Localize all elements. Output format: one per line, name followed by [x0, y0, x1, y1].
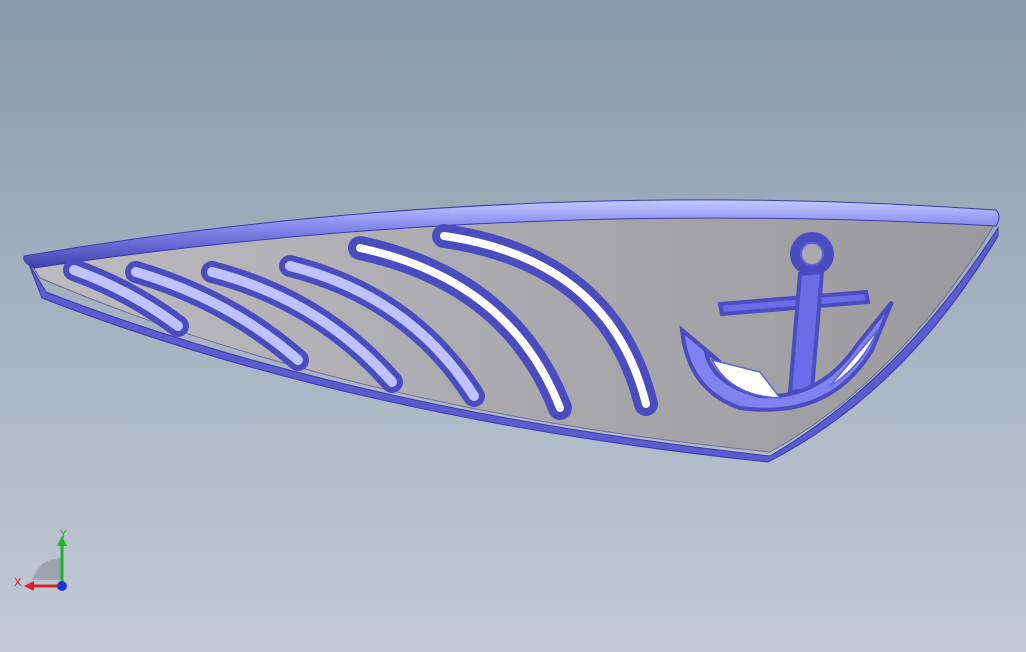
triad-plane-shading [32, 558, 62, 580]
coordinate-triad: Y X [14, 528, 67, 591]
z-axis-icon [57, 581, 67, 591]
y-axis-label: Y [59, 528, 67, 541]
hull-panel-model[interactable] [0, 0, 1026, 652]
x-axis-label: X [14, 576, 22, 589]
3d-viewport[interactable]: Y X [0, 0, 1026, 652]
